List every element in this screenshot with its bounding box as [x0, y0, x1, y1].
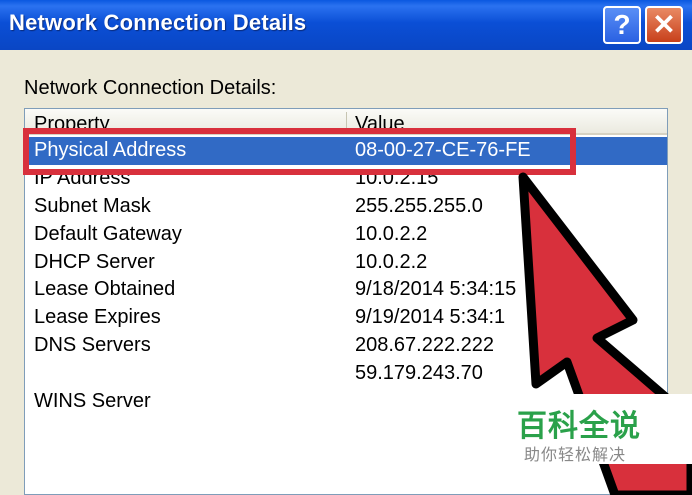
watermark: 百科全说 助你轻松解决: [500, 394, 692, 464]
watermark-subtitle: 助你轻松解决: [524, 447, 627, 464]
watermark-title: 百科全说: [517, 410, 641, 443]
